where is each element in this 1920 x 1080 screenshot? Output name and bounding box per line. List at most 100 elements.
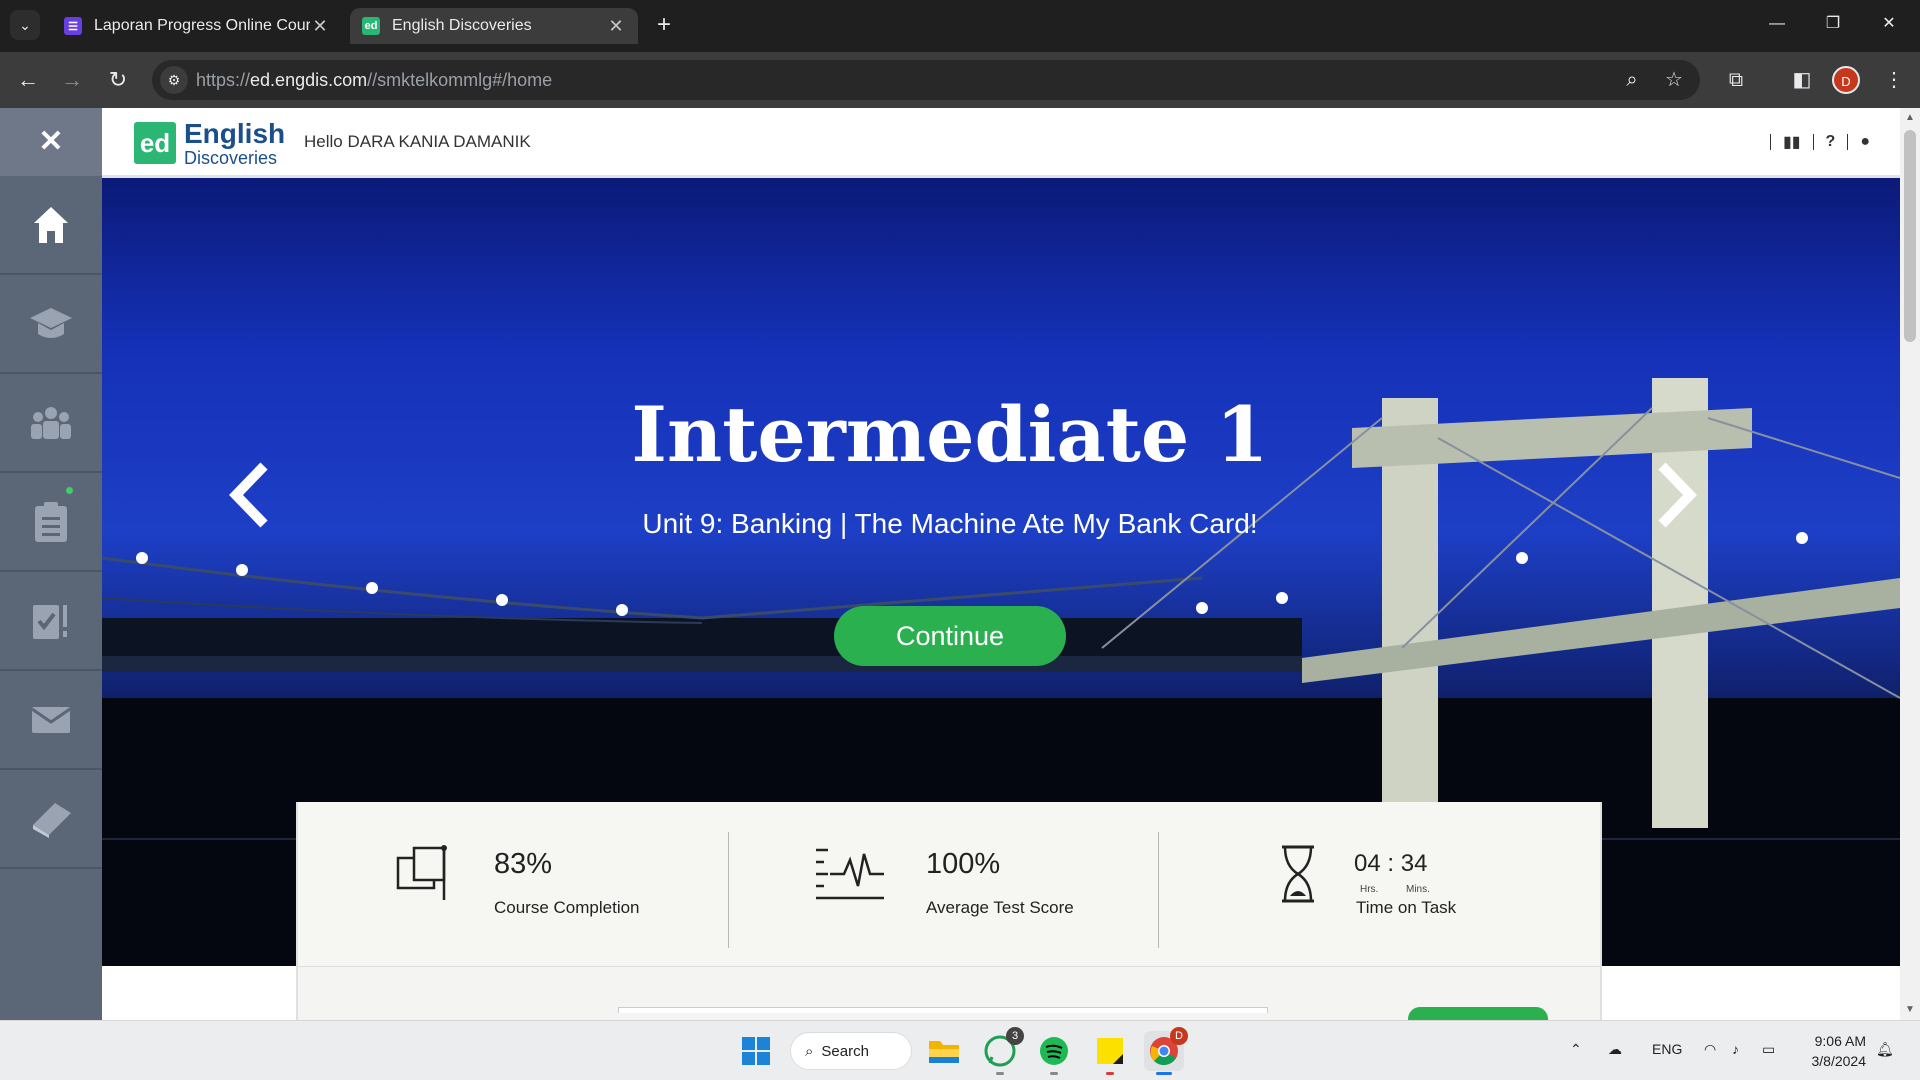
address-bar[interactable]: ⚙ https://ed.engdis.com//smktelkommlg#/h… [152, 60, 1700, 100]
tab-close-icon[interactable]: ✕ [310, 16, 330, 37]
search-icon: ⌕ [805, 1042, 814, 1060]
unit-subtitle: Unit 9: Banking | The Machine Ate My Ban… [642, 508, 1258, 539]
chevron-left-icon[interactable] [224, 460, 274, 530]
restore-button[interactable]: ❐ [1810, 8, 1856, 40]
bookmark-star-icon[interactable]: ☆ [1660, 66, 1688, 94]
divider [1812, 134, 1814, 150]
side-panel-icon[interactable]: ◧ [1786, 64, 1818, 96]
tab-english-discoveries[interactable]: ed English Discoveries ✕ [350, 8, 638, 44]
taskbar-search[interactable]: ⌕ Search [790, 1032, 912, 1070]
file-explorer-button[interactable] [924, 1031, 964, 1071]
page-scrollbar[interactable]: ▲ ▼ [1900, 108, 1920, 1020]
scroll-thumb[interactable] [1904, 130, 1916, 342]
sidebar-item-community[interactable] [0, 374, 102, 473]
hourglass-icon [1282, 845, 1314, 903]
show-hidden-icons[interactable]: ⌃ [1570, 1041, 1582, 1058]
notification-bell-icon[interactable]: 🔔︎ [1876, 1041, 1894, 1058]
forward-button[interactable]: → [56, 64, 88, 96]
spotify-button[interactable] [1034, 1031, 1074, 1075]
forms-favicon-icon: ☰ [64, 17, 82, 35]
header-icons: ▮▮ ? ● [1769, 132, 1870, 152]
graduation-cap-icon [30, 307, 72, 338]
time-minutes: 34 [1400, 850, 1428, 877]
profile-avatar[interactable]: D [1832, 66, 1860, 94]
language-indicator[interactable]: ENG [1652, 1041, 1682, 1057]
tab-close-icon[interactable]: ✕ [606, 16, 626, 37]
start-button[interactable] [736, 1031, 776, 1071]
minutes-unit: Mins. [1406, 884, 1430, 895]
running-indicator [1050, 1072, 1058, 1075]
continue-button[interactable]: Continue [834, 606, 1066, 666]
sidebar: ✕ [0, 108, 102, 1020]
help-icon[interactable]: ? [1826, 133, 1836, 151]
chevron-right-icon[interactable] [1652, 460, 1702, 530]
notification-dot [66, 487, 73, 494]
home-icon [34, 206, 68, 243]
reload-button[interactable]: ↻ [102, 64, 134, 96]
battery-icon[interactable]: ▭ [1762, 1041, 1775, 1058]
heartbeat-chart-icon [816, 848, 884, 900]
running-indicator [996, 1072, 1004, 1075]
clock-date: 3/8/2024 [1811, 1053, 1867, 1069]
onedrive-icon[interactable]: ☁ [1608, 1041, 1622, 1058]
tab-laporan-progress[interactable]: ☰ Laporan Progress Online Course ✕ [52, 8, 342, 44]
course-title: Intermediate 1 [631, 390, 1269, 479]
lower-content-panel [296, 966, 1602, 1020]
scroll-down-icon[interactable]: ▼ [1900, 1004, 1920, 1015]
browser-menu-icon[interactable]: ⋮ [1878, 64, 1910, 96]
sticky-notes-button[interactable] [1090, 1031, 1130, 1075]
volume-icon[interactable]: ♪ [1732, 1041, 1739, 1057]
course-completion-value: 83% [494, 848, 553, 880]
running-indicator [1106, 1072, 1114, 1075]
sidebar-item-home[interactable] [0, 176, 102, 275]
logo-subtitle[interactable]: Discoveries [184, 148, 277, 169]
wifi-icon[interactable]: ◠ [1704, 1041, 1716, 1058]
sidebar-item-course[interactable] [0, 275, 102, 374]
running-indicator [1156, 1072, 1172, 1075]
checklist-icon [33, 604, 67, 639]
whatsapp-button[interactable]: 3 [980, 1027, 1024, 1075]
zoom-icon[interactable]: ⌕ [1618, 66, 1646, 94]
course-completion-label: Course Completion [494, 898, 640, 917]
sidebar-item-messages[interactable] [0, 671, 102, 770]
progress-track [618, 1007, 1268, 1013]
site-info-icon[interactable]: ⚙ [160, 66, 188, 94]
folder-icon [929, 1041, 959, 1063]
partial-green-button[interactable] [1408, 1007, 1548, 1020]
tab-search-button[interactable]: ⌄ [10, 10, 40, 40]
ed-logo-badge[interactable]: ed [134, 122, 176, 164]
browser-tab-bar: ⌄ ☰ Laporan Progress Online Course ✕ ed … [0, 0, 1920, 52]
user-icon[interactable]: ● [1860, 133, 1870, 151]
minimize-button[interactable]: — [1754, 8, 1800, 40]
system-clock[interactable]: 9:06 AM 3/8/2024 [1796, 1031, 1867, 1071]
logo-title[interactable]: English [184, 118, 285, 150]
chrome-profile-badge: D [1170, 1027, 1188, 1045]
time-hours: 04 [1354, 850, 1381, 877]
sidebar-item-assignments[interactable] [0, 473, 102, 572]
scroll-up-icon[interactable]: ▲ [1900, 112, 1920, 123]
whatsapp-badge: 3 [1006, 1027, 1024, 1045]
sticky-notes-icon [1097, 1038, 1123, 1064]
search-label: Search [821, 1042, 869, 1060]
divider [728, 832, 729, 948]
sidebar-item-tests[interactable] [0, 572, 102, 671]
tab-title: Laporan Progress Online Course [94, 17, 310, 34]
time-on-task-value: 04 : 34 [1354, 850, 1427, 878]
hours-unit: Hrs. [1360, 884, 1379, 895]
spotify-icon [1040, 1037, 1068, 1065]
clock-time: 9:06 AM [1814, 1033, 1866, 1049]
site-header: ed English Discoveries Hello DARA KANIA … [102, 108, 1900, 178]
window-close-button[interactable]: ✕ [1866, 8, 1912, 40]
chrome-button[interactable]: D [1144, 1027, 1188, 1075]
sidebar-close-button[interactable]: ✕ [0, 108, 102, 176]
url-text[interactable]: https://ed.engdis.com//smktelkommlg#/hom… [196, 70, 552, 91]
windows-taskbar: ⌕ Search 3 D ⌃ ☁ ENG ◠ ♪ ▭ 9:06 AM 3/8/2… [0, 1020, 1920, 1080]
book-open-icon[interactable]: ▮▮ [1783, 132, 1801, 152]
extensions-icon[interactable]: ⧉ [1720, 64, 1752, 96]
ed-favicon-icon: ed [362, 17, 380, 35]
new-tab-button[interactable]: + [650, 12, 678, 40]
back-button[interactable]: ← [12, 64, 44, 96]
divider [1769, 134, 1771, 150]
windows-logo-icon [742, 1037, 770, 1065]
sidebar-item-dictionary[interactable] [0, 770, 102, 869]
